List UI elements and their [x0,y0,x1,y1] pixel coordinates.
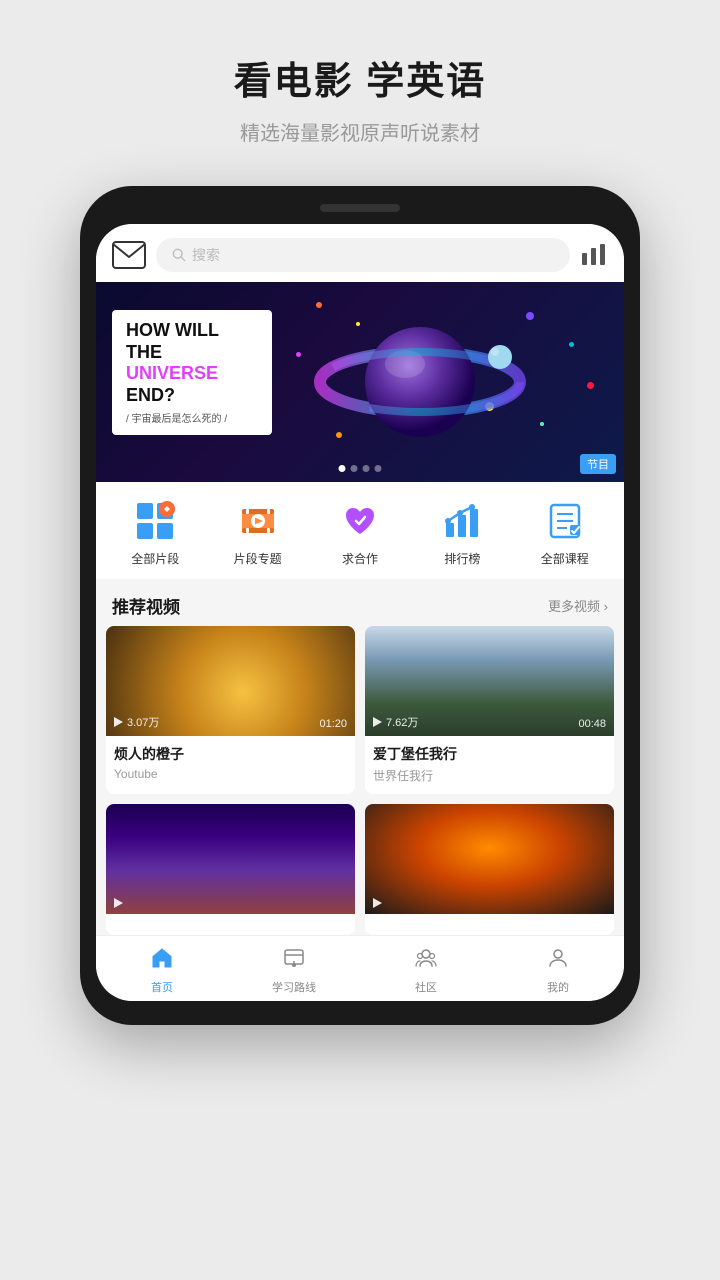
app-header: 搜索 [96,224,624,282]
play-triangle-1 [114,717,123,727]
search-placeholder: 搜索 [192,245,220,265]
video-grid: 3.07万 01:20 烦人的橙子 Youtube 7.62万 [96,626,624,935]
dot-2 [351,465,358,472]
play-info-3 [114,898,127,908]
nav-item-learn[interactable]: 学习路线 [228,946,360,995]
search-icon [172,248,186,262]
segments-icon [132,498,178,544]
banner-title: HOW WILL THE UNIVERSE END? [126,320,258,406]
category-item-chart[interactable]: 排行榜 [411,498,513,567]
play-triangle-4 [373,898,382,908]
dot-3 [363,465,370,472]
video-source-2: 世界任我行 [373,767,606,784]
page-subtitle: 精选海量影视原声听说素材 [240,117,480,146]
banner[interactable]: HOW WILL THE UNIVERSE END? / 宇宙最后是怎么死的 /… [96,282,624,482]
nav-item-community[interactable]: 社区 [360,946,492,995]
category-item-courses[interactable]: 全部课程 [514,498,616,567]
dot-1 [339,465,346,472]
play-info-2: 7.62万 [373,714,418,730]
category-item-segments[interactable]: 全部片段 [104,498,206,567]
category-label-chart: 排行榜 [444,550,480,567]
video-card-4[interactable] [365,804,614,935]
community-icon [414,946,438,976]
play-triangle-2 [373,717,382,727]
section-header: 推荐视频 更多视频 › [96,579,624,626]
phone-frame: 搜索 [80,186,640,1025]
video-thumb-2: 7.62万 00:48 [365,626,614,736]
film-icon [235,498,281,544]
ranking-icon [439,498,485,544]
nav-label-profile: 我的 [547,979,569,995]
section-title: 推荐视频 [112,593,180,618]
video-card-3[interactable] [106,804,355,935]
video-info-4 [365,914,614,935]
video-duration-1: 01:20 [319,718,347,730]
video-info-3 [106,914,355,935]
video-info-2: 爱丁堡任我行 世界任我行 [365,736,614,794]
heart-icon [337,498,383,544]
nav-item-profile[interactable]: 我的 [492,946,624,995]
nav-label-learn: 学习路线 [272,979,316,995]
nav-label-home: 首页 [151,979,173,995]
play-triangle-3 [114,898,123,908]
banner-tag: 节目 [580,454,616,474]
phone-notch [320,204,400,212]
view-count-1: 3.07万 [127,714,159,730]
stats-icon[interactable] [580,243,608,267]
video-title-1: 烦人的橙子 [114,744,347,764]
dot-4 [375,465,382,472]
mail-icon[interactable] [112,241,146,269]
video-info-1: 烦人的橙子 Youtube [106,736,355,791]
category-label-heart: 求合作 [342,550,378,567]
video-duration-2: 00:48 [578,718,606,730]
video-thumb-4 [365,804,614,914]
video-thumb-1: 3.07万 01:20 [106,626,355,736]
video-card-1[interactable]: 3.07万 01:20 烦人的橙子 Youtube [106,626,355,794]
learn-icon [282,946,306,976]
video-thumb-3 [106,804,355,914]
banner-dots [339,465,382,472]
search-bar[interactable]: 搜索 [156,238,570,272]
video-source-1: Youtube [114,767,347,781]
home-icon [150,946,174,976]
category-label-courses: 全部课程 [541,550,589,567]
view-count-2: 7.62万 [386,714,418,730]
section-more[interactable]: 更多视频 › [548,596,608,615]
banner-subtitle: / 宇宙最后是怎么死的 / [126,410,258,425]
nav-label-community: 社区 [415,979,437,995]
play-info-1: 3.07万 [114,714,159,730]
page-wrapper: 看电影 学英语 精选海量影视原声听说素材 搜索 [0,0,720,1280]
page-title: 看电影 学英语 [234,50,487,105]
profile-icon [546,946,570,976]
category-item-heart[interactable]: 求合作 [309,498,411,567]
category-row: 全部片段 [96,482,624,579]
category-label-film: 片段专题 [234,550,282,567]
video-title-2: 爱丁堡任我行 [373,744,606,764]
banner-text-area: HOW WILL THE UNIVERSE END? / 宇宙最后是怎么死的 / [112,310,272,435]
play-info-4 [373,898,386,908]
video-card-2[interactable]: 7.62万 00:48 爱丁堡任我行 世界任我行 [365,626,614,794]
bottom-nav: 首页 学习路线 [96,935,624,1001]
courses-icon [542,498,588,544]
category-label-segments: 全部片段 [131,550,179,567]
phone-screen: 搜索 [96,224,624,1001]
nav-item-home[interactable]: 首页 [96,946,228,995]
category-item-film[interactable]: 片段专题 [206,498,308,567]
